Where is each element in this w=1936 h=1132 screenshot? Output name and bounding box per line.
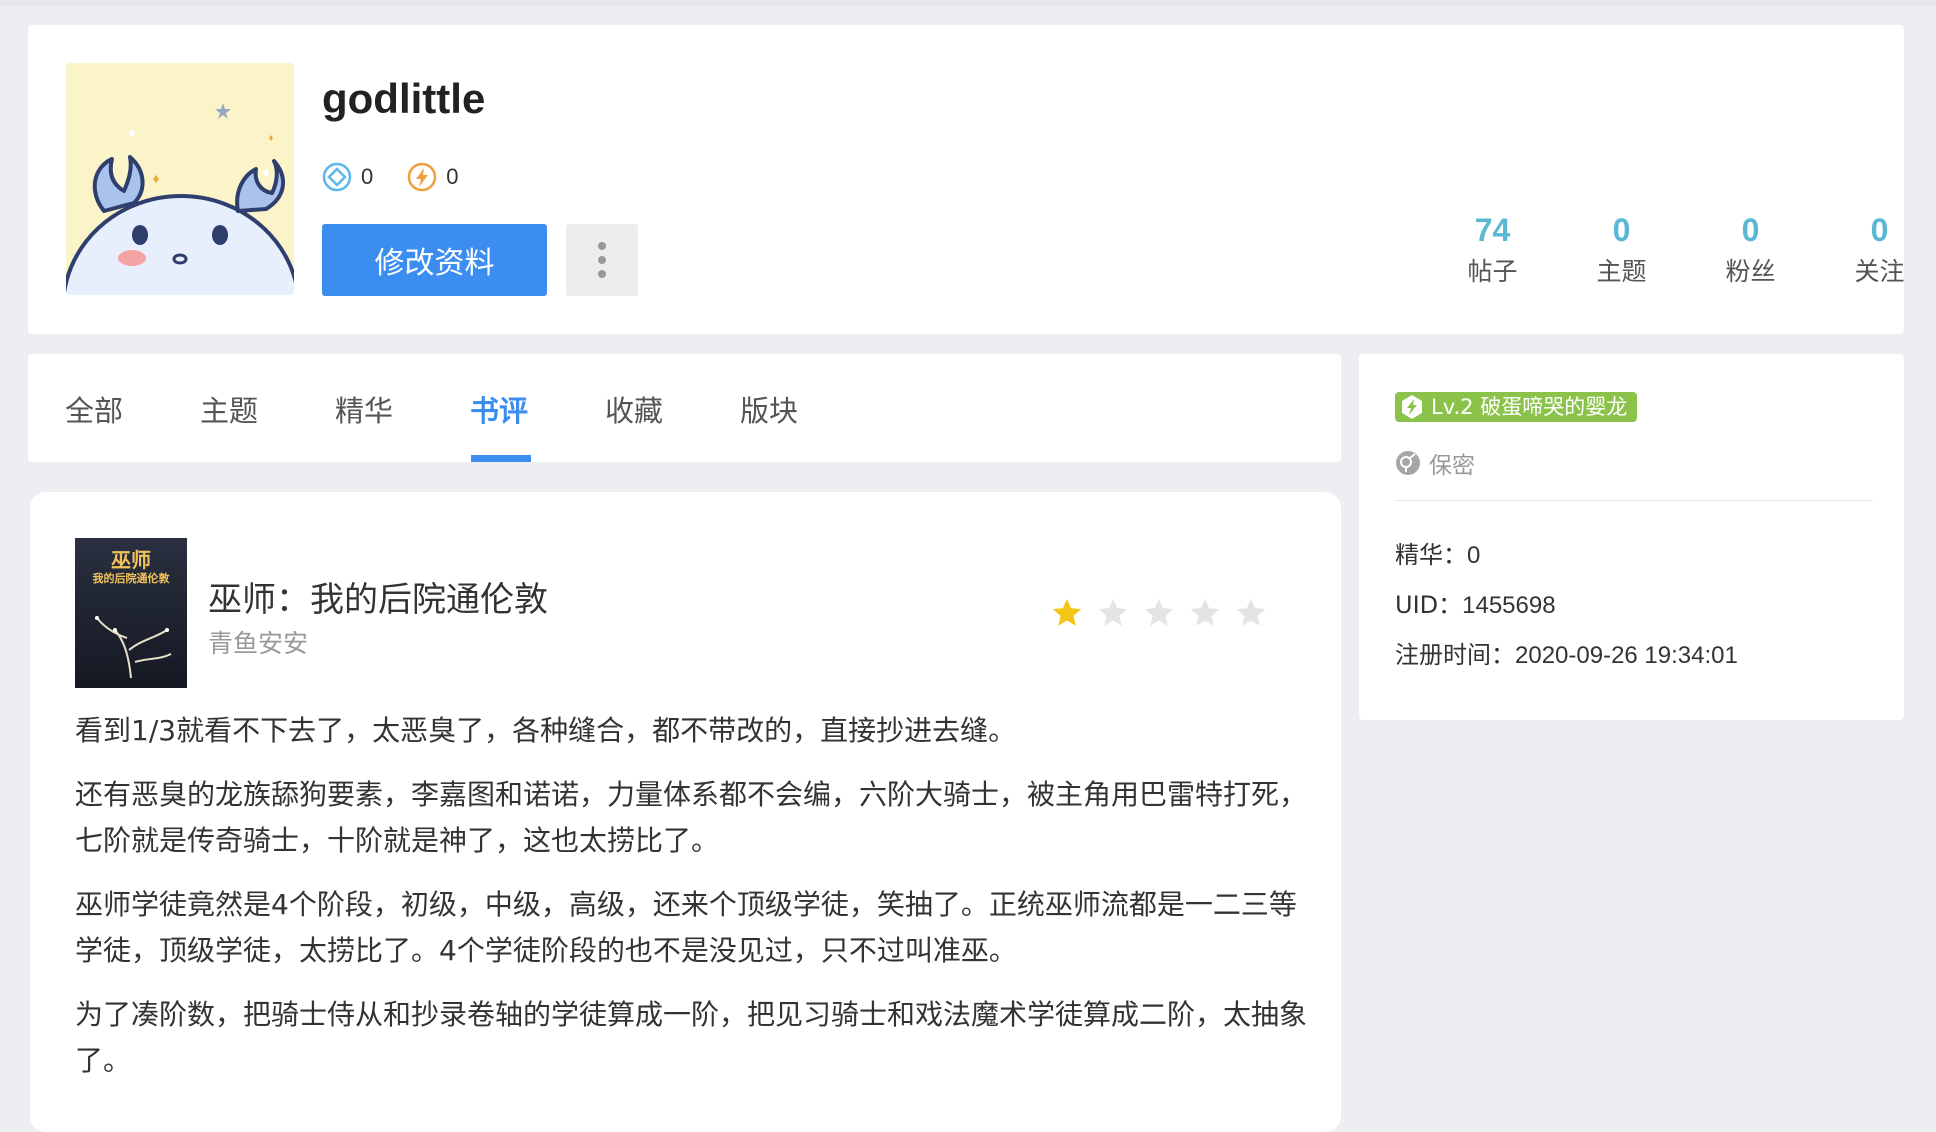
review-paragraph: 为了凑阶数，把骑士侍从和抄录卷轴的学徒算成一阶，把见习骑士和戏法魔术学徒算成二阶… bbox=[75, 998, 1308, 1077]
registration-value: 2020-09-26 19:34:01 bbox=[1515, 642, 1738, 669]
star-empty-icon bbox=[1144, 598, 1174, 626]
review-paragraph: 巫师学徒竟然是4个阶段，初级，中级，高级，还来个顶级学徒，笑抽了。正统巫师流都是… bbox=[75, 888, 1297, 967]
content-tabs: 全部 主题 精华 书评 收藏 版块 bbox=[28, 354, 1341, 462]
avatar[interactable] bbox=[66, 63, 294, 295]
level-text: Lv.2 破蛋啼哭的婴龙 bbox=[1431, 395, 1628, 419]
review-paragraph: 还有恶臭的龙族舔狗要素，李嘉图和诺诺，力量体系都不会编，六阶大骑士，被主角用巴雷… bbox=[75, 778, 1308, 857]
rating-stars bbox=[1050, 596, 1280, 630]
tab-featured[interactable]: 精华 bbox=[335, 388, 393, 462]
profile-stats: 74 帖子 0 主题 0 粉丝 0 关注 bbox=[1428, 211, 1936, 288]
edit-profile-button[interactable]: 修改资料 bbox=[322, 224, 547, 296]
tab-all[interactable]: 全部 bbox=[65, 388, 123, 462]
profile-card: godlittle 0 0 修改资料 74 帖子 0 主题 0 粉丝 0 关注 bbox=[28, 25, 1905, 334]
stat-topics-value: 0 bbox=[1612, 212, 1631, 248]
tab-topics[interactable]: 主题 bbox=[200, 388, 258, 462]
uid-label: UID： bbox=[1395, 591, 1463, 619]
dragon-avatar-icon bbox=[66, 63, 294, 295]
stat-followers-label: 粉丝 bbox=[1725, 257, 1776, 286]
featured-value: 0 bbox=[1467, 542, 1481, 569]
star-empty-icon bbox=[1236, 598, 1266, 626]
cover-subtitle: 我的后院通伦敦 bbox=[92, 572, 170, 585]
username: godlittle bbox=[322, 75, 486, 122]
gender-text: 保密 bbox=[1429, 453, 1475, 479]
diamond-coin-value: 0 bbox=[361, 164, 374, 189]
top-bar bbox=[0, 0, 1936, 6]
stat-posts-label: 帖子 bbox=[1467, 257, 1518, 286]
stat-following-label: 关注 bbox=[1854, 257, 1905, 286]
more-options-button[interactable] bbox=[566, 224, 638, 296]
star-empty-icon bbox=[1190, 598, 1220, 626]
book-review-card: 巫师 我的后院通伦敦 巫师：我的后院通伦敦 青鱼安安 看到1/3就看不下去了，太… bbox=[30, 492, 1341, 1132]
tab-book-reviews[interactable]: 书评 bbox=[470, 388, 528, 462]
stat-following-value: 0 bbox=[1870, 212, 1889, 248]
stat-followers[interactable]: 0 粉丝 bbox=[1686, 211, 1815, 288]
stat-posts[interactable]: 74 帖子 bbox=[1428, 211, 1557, 288]
featured-label: 精华： bbox=[1395, 541, 1467, 569]
star-empty-icon bbox=[1098, 598, 1128, 626]
stat-followers-value: 0 bbox=[1741, 212, 1760, 248]
registration-label: 注册时间： bbox=[1395, 641, 1515, 669]
divider bbox=[1395, 500, 1873, 501]
user-info-card: Lv.2 破蛋啼哭的婴龙 保密 精华：0 UID：1455698 注册时间：20… bbox=[1359, 354, 1904, 720]
bolt-coin[interactable]: 0 bbox=[407, 162, 459, 192]
coin-balances: 0 0 bbox=[322, 159, 493, 195]
bolt-coin-value: 0 bbox=[446, 164, 459, 189]
more-vertical-icon bbox=[598, 242, 606, 278]
level-icon bbox=[1402, 395, 1422, 419]
diamond-coin-icon bbox=[322, 162, 352, 192]
featured-count-row: 精华：0 bbox=[1395, 535, 1480, 570]
gender-row: 保密 bbox=[1395, 446, 1475, 480]
star-filled-icon bbox=[1052, 598, 1082, 626]
book-author[interactable]: 青鱼安安 bbox=[208, 624, 308, 660]
level-badge[interactable]: Lv.2 破蛋啼哭的婴龙 bbox=[1395, 392, 1638, 422]
diamond-coin[interactable]: 0 bbox=[322, 162, 373, 192]
stat-following[interactable]: 0 关注 bbox=[1815, 211, 1936, 288]
review-body: 看到1/3就看不下去了，太恶臭了，各种缝合，都不带改的，直接抄进去缝。 还有恶臭… bbox=[75, 708, 1315, 1102]
uid-row: UID：1455698 bbox=[1395, 585, 1556, 620]
cover-title: 巫师 bbox=[111, 548, 151, 572]
book-cover[interactable]: 巫师 我的后院通伦敦 bbox=[75, 538, 187, 688]
book-title[interactable]: 巫师：我的后院通伦敦 bbox=[208, 572, 548, 621]
registration-row: 注册时间：2020-09-26 19:34:01 bbox=[1395, 635, 1738, 670]
uid-value: 1455698 bbox=[1462, 592, 1556, 619]
stat-posts-value: 74 bbox=[1474, 212, 1511, 248]
stat-topics-label: 主题 bbox=[1596, 257, 1647, 286]
tab-favorites[interactable]: 收藏 bbox=[605, 388, 663, 462]
stat-topics[interactable]: 0 主题 bbox=[1557, 211, 1686, 288]
bolt-coin-icon bbox=[408, 162, 437, 192]
gender-icon bbox=[1396, 451, 1420, 475]
tab-boards[interactable]: 版块 bbox=[740, 388, 798, 462]
review-paragraph: 看到1/3就看不下去了，太恶臭了，各种缝合，都不带改的，直接抄进去缝。 bbox=[75, 714, 1017, 747]
active-tab-indicator bbox=[471, 455, 531, 462]
